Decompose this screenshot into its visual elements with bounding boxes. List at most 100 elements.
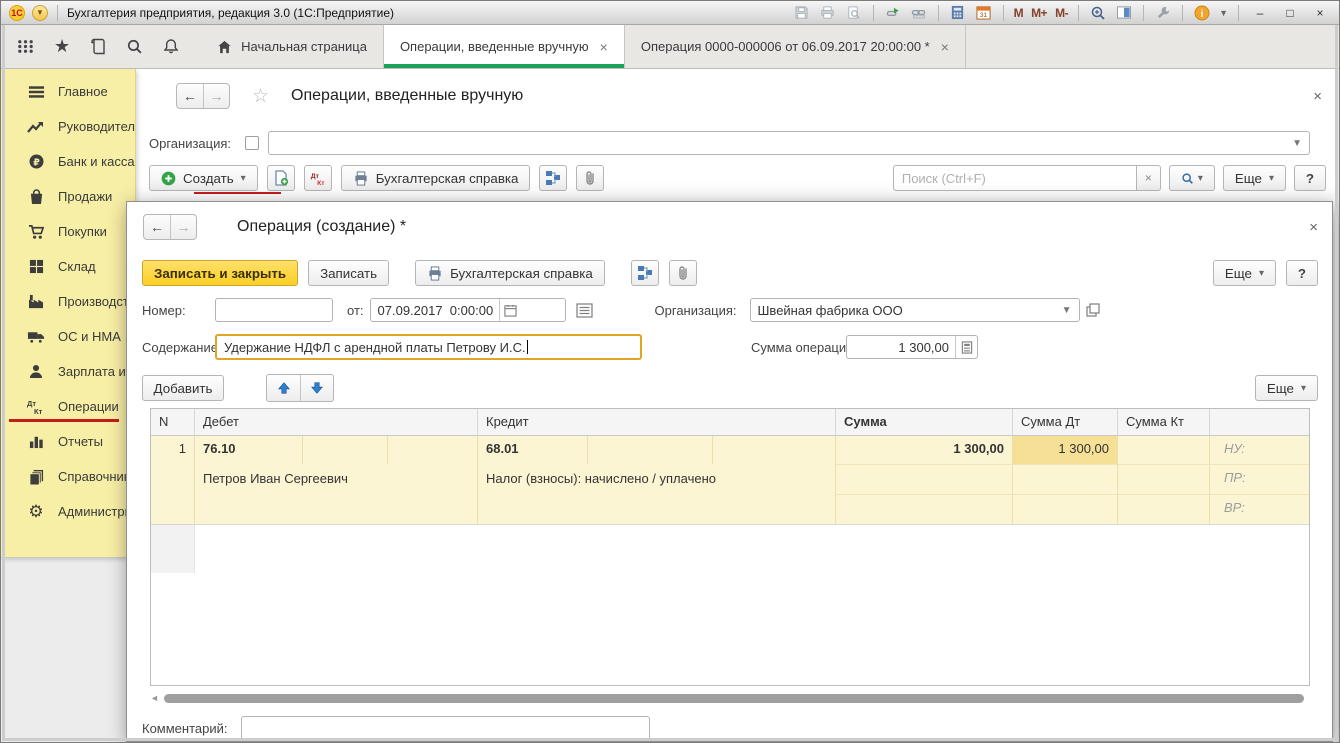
service-wrench-icon[interactable]: [1154, 4, 1172, 22]
apps-grid-icon[interactable]: [17, 38, 34, 55]
attachments-button[interactable]: [668, 260, 697, 286]
back-button[interactable]: ←: [177, 84, 203, 108]
sum-cell[interactable]: 1 300,00: [836, 436, 1013, 464]
move-down-icon[interactable]: [300, 375, 333, 401]
help-button[interactable]: ?: [1294, 165, 1326, 191]
table-row[interactable]: 1 76.10 68.01 1 300,00 1 300,00 НУ: Петр…: [151, 436, 1309, 525]
memory-minus-button[interactable]: M-: [1055, 6, 1069, 20]
favorites-star-icon[interactable]: ★: [54, 36, 70, 57]
save-icon[interactable]: [793, 4, 811, 22]
save-and-close-button[interactable]: Записать и закрыть: [142, 260, 299, 286]
table-more-button[interactable]: Еще ▾: [1254, 375, 1318, 401]
sidebar-item-manager[interactable]: Руководителю: [1, 109, 135, 144]
tab-operation-document[interactable]: Операция 0000-000006 от 06.09.2017 20:00…: [625, 25, 966, 68]
chevron-down-icon[interactable]: ▼: [1055, 305, 1079, 316]
search-input[interactable]: [892, 165, 1137, 191]
notifications-bell-icon[interactable]: [163, 38, 179, 55]
sidebar-item-salary[interactable]: Зарплата и кадры: [1, 354, 135, 389]
credit-sub-cell[interactable]: [588, 436, 713, 464]
dt-kt-button[interactable]: Дт Кт: [303, 165, 332, 191]
main-menu-icon[interactable]: ▼: [32, 4, 48, 21]
search-clear-icon[interactable]: ×: [1136, 165, 1161, 191]
accounting-note-button[interactable]: Бухгалтерская справка: [340, 165, 531, 191]
more-button[interactable]: Еще ▾: [1222, 165, 1286, 191]
attachments-button[interactable]: [576, 165, 605, 191]
comment-input[interactable]: [240, 716, 650, 740]
sum-kt-cell[interactable]: [1118, 436, 1210, 464]
sum-sub-cell[interactable]: [836, 464, 1013, 494]
col-header-n[interactable]: N: [151, 409, 195, 435]
more-button[interactable]: Еще ▾: [1212, 260, 1276, 286]
sidebar-item-bank-cash[interactable]: ₽ Банк и касса: [1, 144, 135, 179]
sidebar-item-administration[interactable]: ⚙ Администрирование: [1, 494, 135, 529]
sidebar-item-references[interactable]: Справочники: [1, 459, 135, 494]
sum-dt-sub-cell[interactable]: [1013, 494, 1118, 524]
col-header-sum-kt[interactable]: Сумма Кт: [1118, 409, 1210, 435]
organization-combo[interactable]: Швейная фабрика ООО ▼: [749, 298, 1080, 322]
operation-sum-field[interactable]: 1 300,00: [846, 335, 978, 359]
sum-kt-sub-cell[interactable]: [1118, 494, 1210, 524]
date-field[interactable]: 07.09.2017 0:00:00: [369, 298, 566, 322]
maximize-button[interactable]: □: [1279, 6, 1301, 20]
organization-filter-combo[interactable]: ▼: [268, 131, 1310, 155]
sidebar-item-sales[interactable]: Продажи: [1, 179, 135, 214]
structure-button[interactable]: [630, 260, 659, 286]
info-icon[interactable]: i: [1193, 4, 1211, 22]
col-header-tax[interactable]: [1210, 409, 1309, 435]
memory-button[interactable]: M: [1014, 6, 1024, 20]
calendar-icon[interactable]: 31: [975, 4, 993, 22]
sidebar-item-main[interactable]: Главное: [1, 74, 135, 109]
scroll-left-icon[interactable]: ◄: [150, 693, 164, 703]
horizontal-scrollbar[interactable]: ◄: [150, 692, 1310, 704]
number-field[interactable]: [215, 298, 333, 322]
row-number-cell[interactable]: 1: [151, 436, 195, 524]
sidebar-item-warehouse[interactable]: Склад: [1, 249, 135, 284]
credit-sub-cell[interactable]: [713, 436, 836, 464]
info-dropdown-icon[interactable]: ▼: [1219, 8, 1228, 18]
history-icon[interactable]: [90, 38, 106, 55]
help-button[interactable]: ?: [1286, 260, 1318, 286]
content-field[interactable]: Удержание НДФЛ с арендной платы Петрову …: [215, 334, 642, 360]
tab-home[interactable]: Начальная страница: [201, 25, 384, 68]
tab-close-icon[interactable]: ×: [941, 39, 949, 55]
debit-sub-cell[interactable]: [388, 436, 478, 464]
sidebar-item-purchases[interactable]: Покупки: [1, 214, 135, 249]
save-button[interactable]: Записать: [308, 260, 390, 286]
sum-dt-sub-cell[interactable]: [1013, 464, 1118, 494]
memory-plus-button[interactable]: M+: [1031, 6, 1048, 20]
move-up-icon[interactable]: [267, 375, 300, 401]
sum-kt-sub-cell[interactable]: [1118, 464, 1210, 494]
search-icon[interactable]: [126, 38, 143, 55]
zoom-icon[interactable]: [1089, 4, 1107, 22]
close-button[interactable]: ×: [1309, 6, 1331, 20]
forward-button[interactable]: →: [203, 84, 229, 108]
credit-analytics-cell[interactable]: Налог (взносы): начислено / уплачено: [478, 464, 836, 524]
operation-form-close-icon[interactable]: ×: [1309, 219, 1318, 236]
debit-account-cell[interactable]: 76.10: [195, 436, 303, 464]
sidebar-item-reports[interactable]: Отчеты: [1, 424, 135, 459]
minimize-button[interactable]: –: [1249, 6, 1271, 20]
create-button[interactable]: Создать ▾: [149, 165, 258, 191]
preview-icon[interactable]: [845, 4, 863, 22]
search-button[interactable]: ▾: [1168, 165, 1215, 191]
calculator-icon[interactable]: [949, 4, 967, 22]
panels-icon[interactable]: [1115, 4, 1133, 22]
scrollbar-thumb[interactable]: [164, 693, 1304, 703]
structure-button[interactable]: [539, 165, 568, 191]
col-header-sum-dt[interactable]: Сумма Дт: [1013, 409, 1118, 435]
tab-operations-list[interactable]: Операции, введенные вручную ×: [383, 25, 625, 68]
forward-button[interactable]: →: [170, 215, 196, 239]
credit-account-cell[interactable]: 68.01: [478, 436, 588, 464]
calculator-picker-icon[interactable]: [955, 336, 977, 358]
sidebar-item-production[interactable]: Производство: [1, 284, 135, 319]
debit-analytics-cell[interactable]: Петров Иван Сергеевич: [195, 464, 478, 524]
list-form-close-icon[interactable]: ×: [1313, 88, 1322, 105]
go-link-icon[interactable]: [910, 4, 928, 22]
back-button[interactable]: ←: [144, 215, 170, 239]
organization-filter-checkbox[interactable]: [245, 136, 260, 150]
add-row-button[interactable]: Добавить: [142, 375, 224, 401]
col-header-credit[interactable]: Кредит: [478, 409, 836, 435]
print-icon[interactable]: [819, 4, 837, 22]
favorite-star-icon[interactable]: ☆: [252, 85, 269, 108]
table-empty-area[interactable]: [151, 525, 1309, 685]
